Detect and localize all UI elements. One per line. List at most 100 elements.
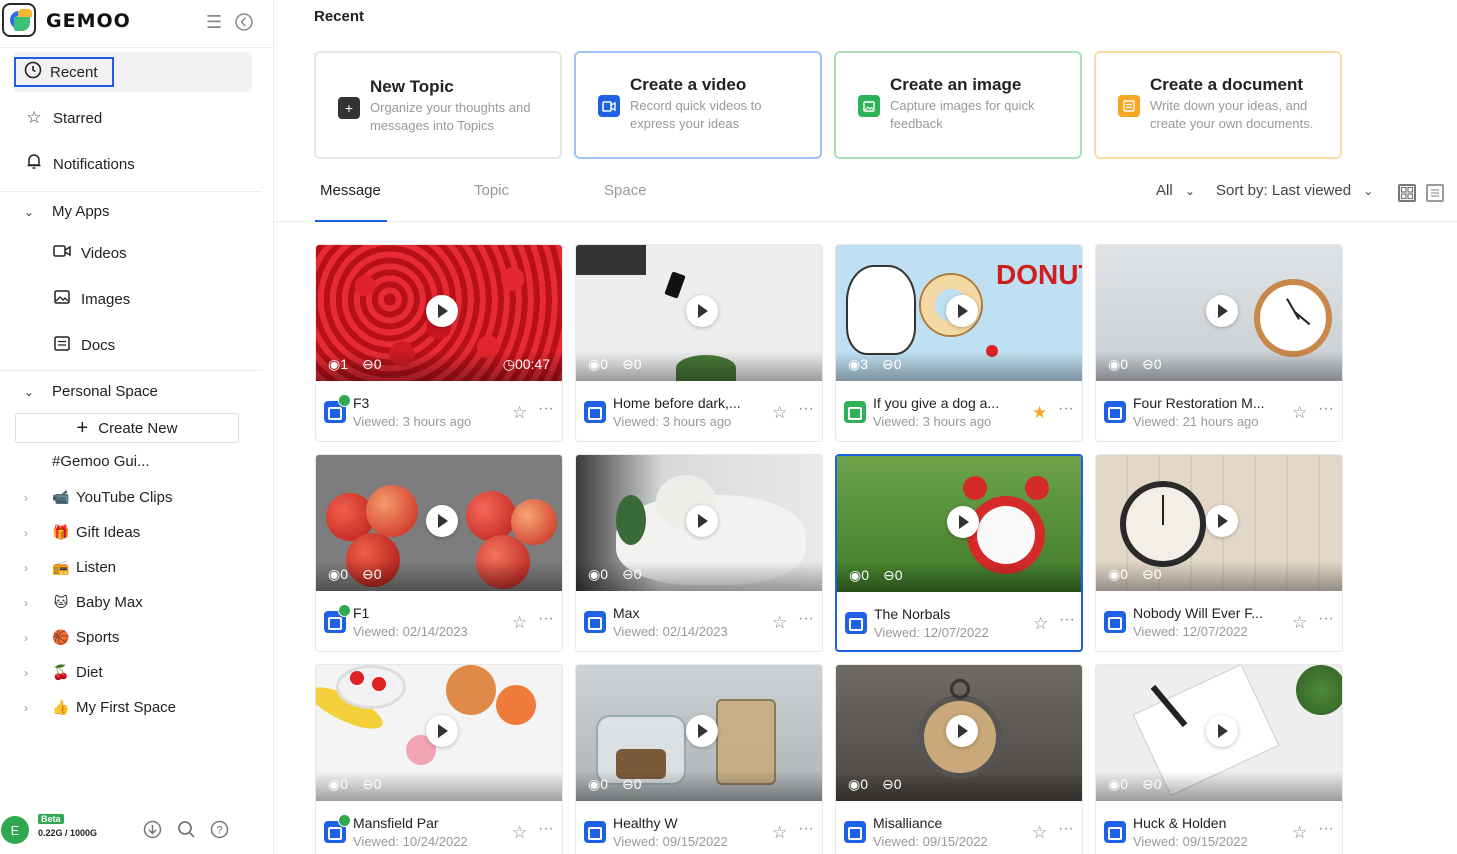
thumbnail[interactable]: ◉0 ⊖0 bbox=[576, 665, 822, 801]
create-document-card[interactable]: Create a document Write down your ideas,… bbox=[1094, 51, 1342, 159]
space-item[interactable]: › 🐱 Baby Max bbox=[24, 594, 143, 611]
tab-message[interactable]: Message bbox=[320, 182, 381, 199]
avatar[interactable]: E bbox=[1, 816, 29, 844]
thumbnail[interactable]: ◉0 ⊖0 bbox=[316, 665, 562, 801]
chevron-right-icon[interactable]: › bbox=[24, 701, 36, 715]
play-icon[interactable] bbox=[946, 715, 978, 747]
play-icon[interactable] bbox=[426, 505, 458, 537]
sidebar-item-starred[interactable]: ☆ Starred bbox=[14, 98, 252, 138]
sort-dropdown[interactable]: Sort by: Last viewed ⌄ bbox=[1216, 182, 1373, 199]
card-title[interactable]: The Norbals bbox=[874, 606, 1024, 622]
message-card[interactable]: ◉0 ⊖0 Healthy W Viewed: 09/15/2022 ☆ ··· bbox=[575, 664, 823, 854]
tab-space[interactable]: Space bbox=[604, 182, 647, 199]
star-icon[interactable]: ☆ bbox=[512, 823, 527, 843]
chevron-right-icon[interactable]: › bbox=[24, 596, 36, 610]
chevron-right-icon[interactable]: › bbox=[24, 666, 36, 680]
more-icon[interactable]: ··· bbox=[798, 400, 814, 418]
play-icon[interactable] bbox=[1206, 715, 1238, 747]
message-card[interactable]: ◉0 ⊖0 Huck & Holden Viewed: 09/15/2022 ☆ ··· bbox=[1095, 664, 1343, 854]
star-icon[interactable]: ☆ bbox=[772, 613, 787, 633]
play-icon[interactable] bbox=[1206, 295, 1238, 327]
gemoo-logo[interactable] bbox=[2, 3, 36, 37]
space-item[interactable]: › 📹 YouTube Clips bbox=[24, 489, 172, 506]
my-apps-header[interactable]: ⌄ My Apps bbox=[24, 203, 110, 220]
chevron-right-icon[interactable]: › bbox=[24, 561, 36, 575]
star-icon[interactable]: ☆ bbox=[772, 823, 787, 843]
message-card[interactable]: ◉0 ⊖0 Misalliance Viewed: 09/15/2022 ☆ ··· bbox=[835, 664, 1083, 854]
more-icon[interactable]: ··· bbox=[538, 820, 554, 838]
card-title[interactable]: Nobody Will Ever F... bbox=[1133, 605, 1283, 621]
thumbnail[interactable]: ◉0 ⊖0 bbox=[1096, 455, 1342, 591]
search-icon[interactable] bbox=[177, 820, 196, 844]
play-icon[interactable] bbox=[426, 295, 458, 327]
thumbnail[interactable]: ◉0 ⊖0 bbox=[1096, 665, 1342, 801]
chevron-right-icon[interactable]: › bbox=[24, 491, 36, 505]
message-card[interactable]: ◉0 ⊖0 Nobody Will Ever F... Viewed: 12/07/2… bbox=[1095, 454, 1343, 652]
list-view-icon[interactable] bbox=[1426, 184, 1444, 202]
sidebar-item-images[interactable]: Images bbox=[52, 290, 130, 308]
create-video-card[interactable]: Create a video Record quick videos to ex… bbox=[574, 51, 822, 159]
create-new-button[interactable]: + Create New bbox=[15, 413, 239, 443]
star-icon[interactable]: ☆ bbox=[1292, 823, 1307, 843]
more-icon[interactable]: ··· bbox=[538, 400, 554, 418]
message-card[interactable]: ◉0 ⊖0 Mansfield Par Viewed: 10/24/2022 ☆ ··· bbox=[315, 664, 563, 854]
star-icon[interactable]: ☆ bbox=[772, 403, 787, 423]
tab-topic[interactable]: Topic bbox=[474, 182, 509, 199]
star-icon[interactable]: ☆ bbox=[1292, 613, 1307, 633]
sidebar-item-recent-focus[interactable]: Recent bbox=[14, 57, 114, 87]
create-image-card[interactable]: Create an image Capture images for quick… bbox=[834, 51, 1082, 159]
card-title[interactable]: Home before dark,... bbox=[613, 395, 763, 411]
star-icon[interactable]: ☆ bbox=[1292, 403, 1307, 423]
sidebar-item-gemoo-guide[interactable]: #Gemoo Gui... bbox=[52, 453, 150, 470]
play-icon[interactable] bbox=[946, 295, 978, 327]
card-title[interactable]: Max bbox=[613, 605, 763, 621]
message-card[interactable]: ◉0 ⊖0 Max Viewed: 02/14/2023 ☆ ··· bbox=[575, 454, 823, 652]
play-icon[interactable] bbox=[686, 505, 718, 537]
space-item[interactable]: › 🍒 Diet bbox=[24, 664, 103, 681]
card-title[interactable]: F3 bbox=[353, 395, 503, 411]
chevron-right-icon[interactable]: › bbox=[24, 526, 36, 540]
space-item[interactable]: › 👍 My First Space bbox=[24, 699, 176, 716]
thumbnail[interactable]: ◉0 ⊖0 bbox=[576, 245, 822, 381]
space-item[interactable]: › 🎁 Gift Ideas bbox=[24, 524, 140, 541]
filter-all-dropdown[interactable]: All ⌄ bbox=[1156, 182, 1195, 199]
thumbnail[interactable]: ◉0 ⊖0 bbox=[316, 455, 562, 591]
star-icon[interactable]: ☆ bbox=[512, 403, 527, 423]
more-icon[interactable]: ··· bbox=[1059, 611, 1075, 629]
card-title[interactable]: Healthy W bbox=[613, 815, 763, 831]
star-icon[interactable]: ☆ bbox=[512, 613, 527, 633]
help-icon[interactable]: ? bbox=[210, 820, 229, 844]
more-icon[interactable]: ··· bbox=[798, 610, 814, 628]
more-icon[interactable]: ··· bbox=[1318, 610, 1334, 628]
star-icon[interactable]: ☆ bbox=[1032, 823, 1047, 843]
collapse-icon[interactable] bbox=[234, 12, 254, 37]
card-title[interactable]: Huck & Holden bbox=[1133, 815, 1283, 831]
sidebar-item-videos[interactable]: Videos bbox=[52, 244, 127, 262]
play-icon[interactable] bbox=[426, 715, 458, 747]
space-item[interactable]: › 🏀 Sports bbox=[24, 629, 119, 646]
more-icon[interactable]: ··· bbox=[538, 610, 554, 628]
thumbnail[interactable]: ◉0 ⊖0 bbox=[836, 665, 1082, 801]
message-card[interactable]: ◉0 ⊖0 Four Restoration M... Viewed: 21 hour… bbox=[1095, 244, 1343, 442]
message-card[interactable]: DONUT ◉3 ⊖0 If you give a dog a... Viewed: 3… bbox=[835, 244, 1083, 442]
star-icon[interactable]: ★ bbox=[1032, 403, 1047, 423]
chevron-right-icon[interactable]: › bbox=[24, 631, 36, 645]
more-icon[interactable]: ··· bbox=[1318, 400, 1334, 418]
play-icon[interactable] bbox=[686, 715, 718, 747]
play-icon[interactable] bbox=[947, 506, 979, 538]
message-card[interactable]: ◉0 ⊖0 Home before dark,... Viewed: 3 hours … bbox=[575, 244, 823, 442]
sidebar-item-notifications[interactable]: Notifications bbox=[14, 144, 252, 184]
thumbnail[interactable]: ◉0 ⊖0 bbox=[1096, 245, 1342, 381]
sidebar-item-docs[interactable]: Docs bbox=[52, 336, 115, 355]
more-icon[interactable]: ··· bbox=[1318, 820, 1334, 838]
grid-view-icon[interactable] bbox=[1398, 184, 1416, 202]
thumbnail[interactable]: DONUT ◉3 ⊖0 bbox=[836, 245, 1082, 381]
star-icon[interactable]: ☆ bbox=[1033, 614, 1048, 634]
play-icon[interactable] bbox=[686, 295, 718, 327]
card-title[interactable]: Four Restoration M... bbox=[1133, 395, 1283, 411]
space-item[interactable]: › 📻 Listen bbox=[24, 559, 116, 576]
download-icon[interactable] bbox=[143, 820, 162, 844]
personal-space-header[interactable]: ⌄ Personal Space bbox=[24, 383, 158, 400]
message-card[interactable]: ◉0 ⊖0 The Norbals Viewed: 12/07/2022 ☆ ··· bbox=[835, 454, 1083, 652]
card-title[interactable]: If you give a dog a... bbox=[873, 395, 1023, 411]
